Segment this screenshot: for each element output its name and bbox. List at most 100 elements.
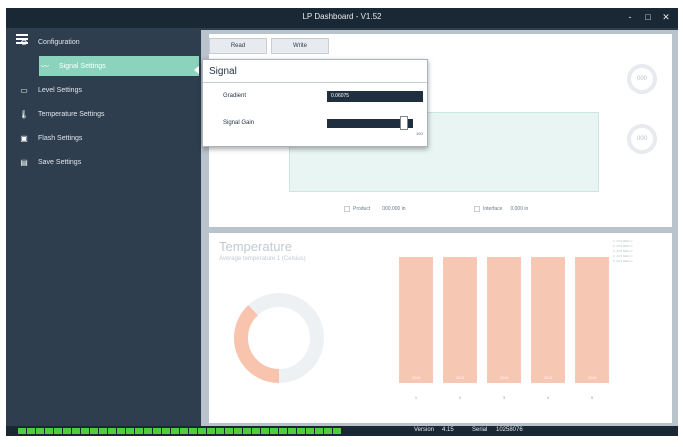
status-led xyxy=(153,428,161,434)
bar-category-label: 1 xyxy=(414,395,418,400)
status-led xyxy=(243,428,251,434)
read-button[interactable]: Read xyxy=(209,38,267,54)
legend-label: Product xyxy=(353,206,371,212)
window-title: LP Dashboard - V1.52 xyxy=(302,12,382,21)
sidebar-item-label: Flash Settings xyxy=(38,134,83,142)
status-led xyxy=(315,428,323,434)
serial-value: 10258076 xyxy=(496,427,523,433)
status-led xyxy=(171,428,179,434)
status-led xyxy=(45,428,53,434)
bar-category-label: 3 xyxy=(502,395,506,400)
thermometer-icon: 🌡 xyxy=(18,109,30,119)
bar-category-label: 2 xyxy=(458,395,462,400)
signal-gain-max-label: 100 xyxy=(416,131,423,136)
sidebar-item-temperature-settings[interactable]: 🌡 Temperature Settings xyxy=(18,104,178,124)
save-icon: ▤ xyxy=(20,157,28,167)
sidebar-item-label: Save Settings xyxy=(38,158,82,166)
popup-divider xyxy=(203,82,427,83)
legend-line: 5: 20.5 DEG C xyxy=(613,259,633,263)
version-label: Version xyxy=(414,427,435,433)
status-led xyxy=(288,428,296,434)
status-led xyxy=(234,428,242,434)
status-led xyxy=(54,428,62,434)
status-led xyxy=(162,428,170,434)
status-led xyxy=(189,428,197,434)
sidebar-item-level-settings[interactable]: ▭ Level Settings xyxy=(18,80,178,100)
level-window-icon: ▭ xyxy=(20,85,28,95)
legend-interface: Interface 0.000 in xyxy=(474,206,528,212)
version-value: 4.15 xyxy=(442,427,454,433)
status-led xyxy=(99,428,107,434)
legend-label: Interface xyxy=(483,206,503,212)
temperature-bar-2 xyxy=(443,257,477,383)
signal-wave-icon: 〰 xyxy=(41,61,49,71)
sidebar-item-label: Level Settings xyxy=(38,86,82,94)
serial-label: Serial xyxy=(472,427,488,433)
status-led xyxy=(198,428,206,434)
bar-value-label: 20.5 xyxy=(588,375,596,380)
sidebar-item-flash-settings[interactable]: ▣ Flash Settings xyxy=(18,128,178,148)
status-led xyxy=(207,428,215,434)
write-button[interactable]: Write xyxy=(271,38,329,54)
minimize-icon[interactable]: - xyxy=(624,11,636,23)
temperature-bar-3 xyxy=(487,257,521,383)
temperature-subtitle: Average temperature 1 (Celsius) xyxy=(219,256,306,262)
legend-swatch xyxy=(344,206,350,212)
temperature-bar-5 xyxy=(575,257,609,383)
temperature-title: Temperature xyxy=(219,239,292,254)
status-led xyxy=(297,428,305,434)
sidebar-item-signal-settings[interactable]: 〰 Signal Settings xyxy=(39,56,199,76)
temperature-gauge-value: 20.5 xyxy=(271,330,287,339)
temperature-legend: 1: 20.5 DEG C 2: 20.5 DEG C 3: 20.5 DEG … xyxy=(613,239,633,264)
status-led xyxy=(27,428,35,434)
legend-value: 000.000 in xyxy=(382,206,406,212)
legend-swatch xyxy=(474,206,480,212)
sidebar-item-save-settings[interactable]: ▤ Save Settings xyxy=(18,152,178,172)
legend-product: Product 000.000 in xyxy=(344,206,406,212)
status-bar: Version 4.15 Serial 10258076 xyxy=(6,426,678,436)
disk-icon: ▣ xyxy=(20,133,28,143)
status-led xyxy=(225,428,233,434)
legend-value: 0.000 in xyxy=(510,206,529,212)
gradient-input[interactable]: 0.06075 xyxy=(327,91,423,102)
status-led xyxy=(81,428,89,434)
status-led xyxy=(252,428,260,434)
status-led-strip xyxy=(18,428,342,434)
gradient-label: Gradient xyxy=(223,93,247,99)
status-led xyxy=(306,428,314,434)
signal-gain-slider-handle[interactable] xyxy=(400,116,408,130)
bar-value-label: 20.5 xyxy=(544,375,552,380)
status-led xyxy=(36,428,44,434)
status-led xyxy=(144,428,152,434)
sidebar-item-label: Configuration xyxy=(38,38,80,46)
close-icon[interactable]: ✕ xyxy=(660,11,672,23)
signal-gauge-1: 000 xyxy=(627,64,657,94)
sidebar-item-label: Signal Settings xyxy=(59,62,106,70)
maximize-icon[interactable]: □ xyxy=(642,11,654,23)
status-led xyxy=(261,428,269,434)
bar-category-label: 5 xyxy=(590,395,594,400)
gear-icon: ⚙ xyxy=(20,37,28,47)
bar-category-label: 4 xyxy=(546,395,550,400)
status-led xyxy=(279,428,287,434)
status-led xyxy=(108,428,116,434)
active-item-indicator xyxy=(194,66,199,74)
sidebar-item-configuration[interactable]: ⚙ Configuration xyxy=(18,32,178,52)
status-led xyxy=(126,428,134,434)
status-led xyxy=(117,428,125,434)
status-led xyxy=(216,428,224,434)
status-led xyxy=(18,428,26,434)
status-led xyxy=(270,428,278,434)
temperature-bar-1 xyxy=(399,257,433,383)
popup-title: Signal xyxy=(209,66,237,77)
signal-settings-popup: Signal Gradient 0.06075 Signal Gain 100 xyxy=(202,59,428,147)
status-led xyxy=(180,428,188,434)
temperature-bar-4 xyxy=(531,257,565,383)
bar-value-label: 20.5 xyxy=(412,375,420,380)
status-led xyxy=(324,428,332,434)
sidebar-item-label: Temperature Settings xyxy=(38,110,105,118)
temperature-panel: Temperature Average temperature 1 (Celsi… xyxy=(209,233,672,423)
signal-gauge-2: 000 xyxy=(627,124,657,154)
bar-value-label: 20.5 xyxy=(500,375,508,380)
status-led xyxy=(72,428,80,434)
